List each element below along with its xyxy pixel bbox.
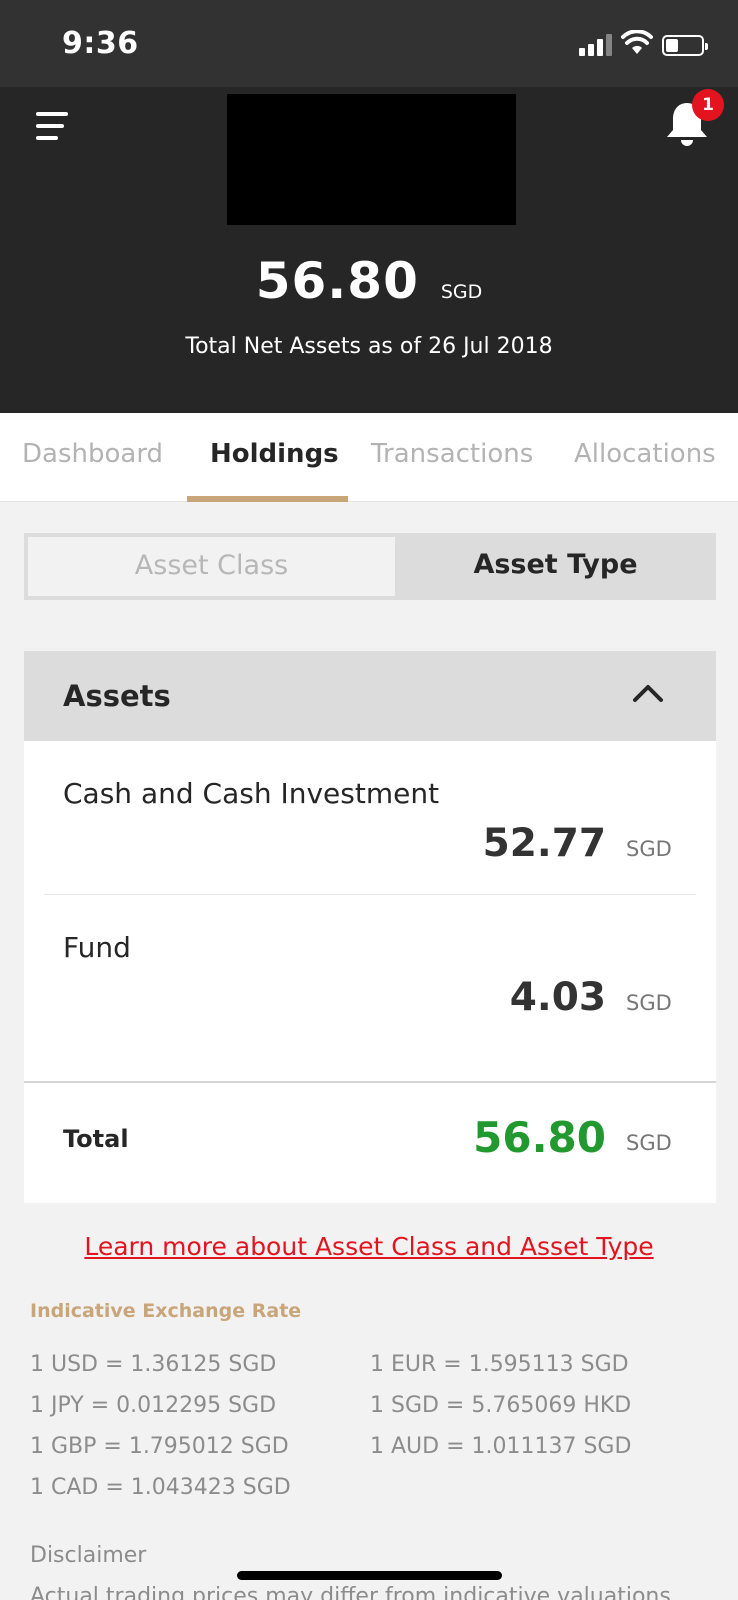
redacted-logo [227, 94, 516, 225]
tab-transactions[interactable]: Transactions [371, 439, 533, 469]
asset-row-value: 52.77 [482, 821, 606, 866]
exchange-rate: 1 SGD = 5.765069 HKD [370, 1393, 632, 1418]
home-indicator [237, 1571, 502, 1580]
total-value: 56.80 [473, 1113, 606, 1162]
asset-type-option[interactable]: Asset Type [395, 533, 716, 600]
tab-allocations[interactable]: Allocations [574, 439, 716, 469]
asset-row-value: 4.03 [509, 975, 606, 1020]
active-tab-indicator [187, 496, 348, 502]
asset-row-currency: SGD [626, 837, 672, 861]
asset-view-toggle: Asset Class Asset Type [24, 533, 716, 600]
exchange-rate: 1 JPY = 0.012295 SGD [30, 1393, 277, 1418]
wifi-icon [621, 30, 653, 54]
cellular-signal-icon [579, 34, 613, 56]
net-assets-currency: SGD [440, 281, 483, 303]
total-currency: SGD [626, 1131, 672, 1155]
menu-icon[interactable] [36, 110, 72, 142]
assets-title: Assets [63, 679, 171, 713]
asset-row-name: Fund [63, 931, 131, 964]
exchange-rate: 1 USD = 1.36125 SGD [30, 1352, 277, 1377]
asset-row-name: Cash and Cash Investment [63, 777, 440, 810]
learn-more-link[interactable]: Learn more about Asset Class and Asset T… [0, 1232, 738, 1261]
chevron-up-icon[interactable] [632, 681, 664, 703]
battery-icon [662, 35, 708, 56]
net-assets-caption: Total Net Assets as of 26 Jul 2018 [185, 334, 553, 359]
row-divider [44, 894, 696, 895]
total-label: Total [63, 1125, 129, 1153]
exchange-rate: 1 EUR = 1.595113 SGD [370, 1352, 629, 1377]
total-divider [24, 1081, 716, 1083]
app-header: 1 56.80 SGD Total Net Assets as of 26 Jul… [0, 87, 738, 413]
tab-bar: Dashboard Holdings Transactions Allocati… [0, 413, 738, 502]
exchange-rate-heading: Indicative Exchange Rate [30, 1300, 302, 1322]
status-time: 9:36 [62, 26, 139, 61]
exchange-rate: 1 GBP = 1.795012 SGD [30, 1434, 289, 1459]
net-assets-summary: 56.80 SGD [0, 252, 738, 310]
exchange-rate: 1 AUD = 1.011137 SGD [370, 1434, 632, 1459]
assets-list: Cash and Cash Investment 52.77 SGD Fund … [24, 741, 716, 1203]
disclaimer-title: Disclaimer [30, 1543, 147, 1568]
tab-holdings[interactable]: Holdings [210, 439, 339, 469]
asset-row-currency: SGD [626, 991, 672, 1015]
net-assets-amount: 56.80 [255, 252, 419, 310]
status-bar: 9:36 [0, 0, 738, 87]
asset-class-option[interactable]: Asset Class [28, 537, 395, 596]
notification-badge: 1 [692, 89, 724, 121]
assets-section-header[interactable]: Assets [24, 651, 716, 741]
tab-dashboard[interactable]: Dashboard [22, 439, 163, 469]
disclaimer-text: Actual trading prices may differ from in… [30, 1584, 671, 1600]
exchange-rate: 1 CAD = 1.043423 SGD [30, 1475, 291, 1500]
